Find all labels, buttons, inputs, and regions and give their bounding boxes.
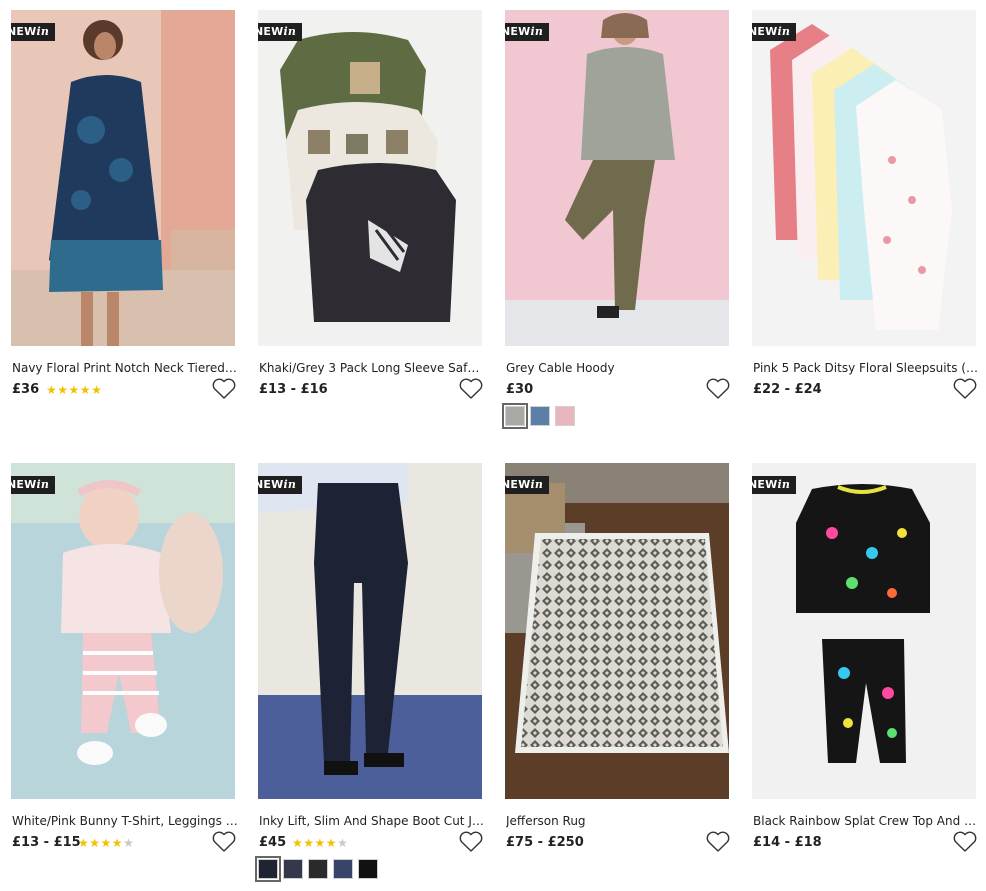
product-price: £75 - £250 bbox=[506, 835, 584, 850]
product-image-navy-floral-dress[interactable]: NEWin bbox=[11, 10, 235, 346]
colour-swatch[interactable] bbox=[333, 859, 353, 879]
star-icon: ★ bbox=[79, 383, 92, 397]
product-title[interactable]: Grey Cable Hoody bbox=[506, 360, 732, 376]
product-title[interactable]: Navy Floral Print Notch Neck Tiered Mi..… bbox=[12, 360, 238, 376]
star-icon: ★ bbox=[325, 836, 338, 850]
star-icon: ★ bbox=[303, 836, 315, 850]
new-in-badge: NEWin bbox=[258, 23, 303, 41]
favourite-heart-icon[interactable] bbox=[952, 830, 978, 854]
product-price: £30 bbox=[506, 382, 534, 397]
product-title[interactable]: Khaki/Grey 3 Pack Long Sleeve Safari T..… bbox=[259, 360, 485, 376]
star-icon: ★ bbox=[337, 836, 349, 850]
colour-swatch[interactable] bbox=[502, 403, 528, 429]
product-image-rainbow-splat-set[interactable]: NEWin bbox=[752, 463, 976, 799]
star-icon: ★ bbox=[68, 383, 80, 397]
star-icon: ★ bbox=[123, 836, 135, 850]
colour-swatch[interactable] bbox=[358, 859, 378, 879]
product-title[interactable]: Jefferson Rug bbox=[506, 813, 732, 829]
new-in-badge: NEWin bbox=[752, 23, 797, 41]
product-price: £45 bbox=[259, 835, 287, 850]
star-icon: ★ bbox=[57, 383, 69, 397]
product-image-bunny-set[interactable]: NEWin bbox=[11, 463, 235, 799]
product-price: £14 - £18 bbox=[753, 835, 822, 850]
new-in-badge: NEWin bbox=[258, 476, 303, 494]
product-price: £22 - £24 bbox=[753, 382, 822, 397]
new-in-badge: NEWin bbox=[11, 23, 56, 41]
new-in-badge: NEWin bbox=[505, 476, 550, 494]
star-icon: ★ bbox=[314, 836, 326, 850]
rating-stars: ★★★★★ bbox=[78, 835, 134, 851]
star-icon: ★ bbox=[100, 836, 112, 850]
product-image-jefferson-rug[interactable]: NEWin bbox=[505, 463, 729, 799]
colour-swatch[interactable] bbox=[555, 406, 575, 426]
favourite-heart-icon[interactable] bbox=[458, 377, 484, 401]
product-price: £36 bbox=[12, 382, 40, 397]
star-icon: ★ bbox=[292, 836, 304, 850]
colour-swatch[interactable] bbox=[255, 856, 281, 882]
favourite-heart-icon[interactable] bbox=[952, 377, 978, 401]
product-title[interactable]: Pink 5 Pack Ditsy Floral Sleepsuits (0m.… bbox=[753, 360, 979, 376]
colour-swatches bbox=[502, 403, 580, 429]
product-grid: NEWin Navy Floral Print Notch Neck Tiere… bbox=[0, 0, 986, 891]
rating-stars: ★★★★★ bbox=[46, 382, 102, 398]
product-price: £13 - £15 bbox=[12, 835, 81, 850]
product-image-floral-sleepsuits[interactable]: NEWin bbox=[752, 10, 976, 346]
colour-swatch[interactable] bbox=[283, 859, 303, 879]
product-title[interactable]: White/Pink Bunny T-Shirt, Leggings A... bbox=[12, 813, 238, 829]
favourite-heart-icon[interactable] bbox=[211, 830, 237, 854]
product-title[interactable]: Inky Lift, Slim And Shape Boot Cut Jeans bbox=[259, 813, 485, 829]
colour-swatch[interactable] bbox=[530, 406, 550, 426]
favourite-heart-icon[interactable] bbox=[705, 377, 731, 401]
favourite-heart-icon[interactable] bbox=[211, 377, 237, 401]
star-icon: ★ bbox=[89, 836, 101, 850]
star-icon: ★ bbox=[91, 383, 103, 397]
star-icon: ★ bbox=[78, 836, 90, 850]
rating-stars: ★★★★★ bbox=[292, 835, 348, 851]
product-image-safari-tops[interactable]: NEWin bbox=[258, 10, 482, 346]
star-icon: ★ bbox=[46, 383, 58, 397]
new-in-badge: NEWin bbox=[11, 476, 56, 494]
product-price: £13 - £16 bbox=[259, 382, 328, 397]
favourite-heart-icon[interactable] bbox=[705, 830, 731, 854]
new-in-badge: NEWin bbox=[752, 476, 797, 494]
new-in-badge: NEWin bbox=[505, 23, 550, 41]
colour-swatch[interactable] bbox=[308, 859, 328, 879]
star-icon: ★ bbox=[111, 836, 124, 850]
favourite-heart-icon[interactable] bbox=[458, 830, 484, 854]
product-image-bootcut-jeans[interactable]: NEWin bbox=[258, 463, 482, 799]
product-title[interactable]: Black Rainbow Splat Crew Top And Jog... bbox=[753, 813, 979, 829]
product-image-grey-cable-hoody[interactable]: NEWin bbox=[505, 10, 729, 346]
colour-swatches bbox=[255, 856, 383, 882]
